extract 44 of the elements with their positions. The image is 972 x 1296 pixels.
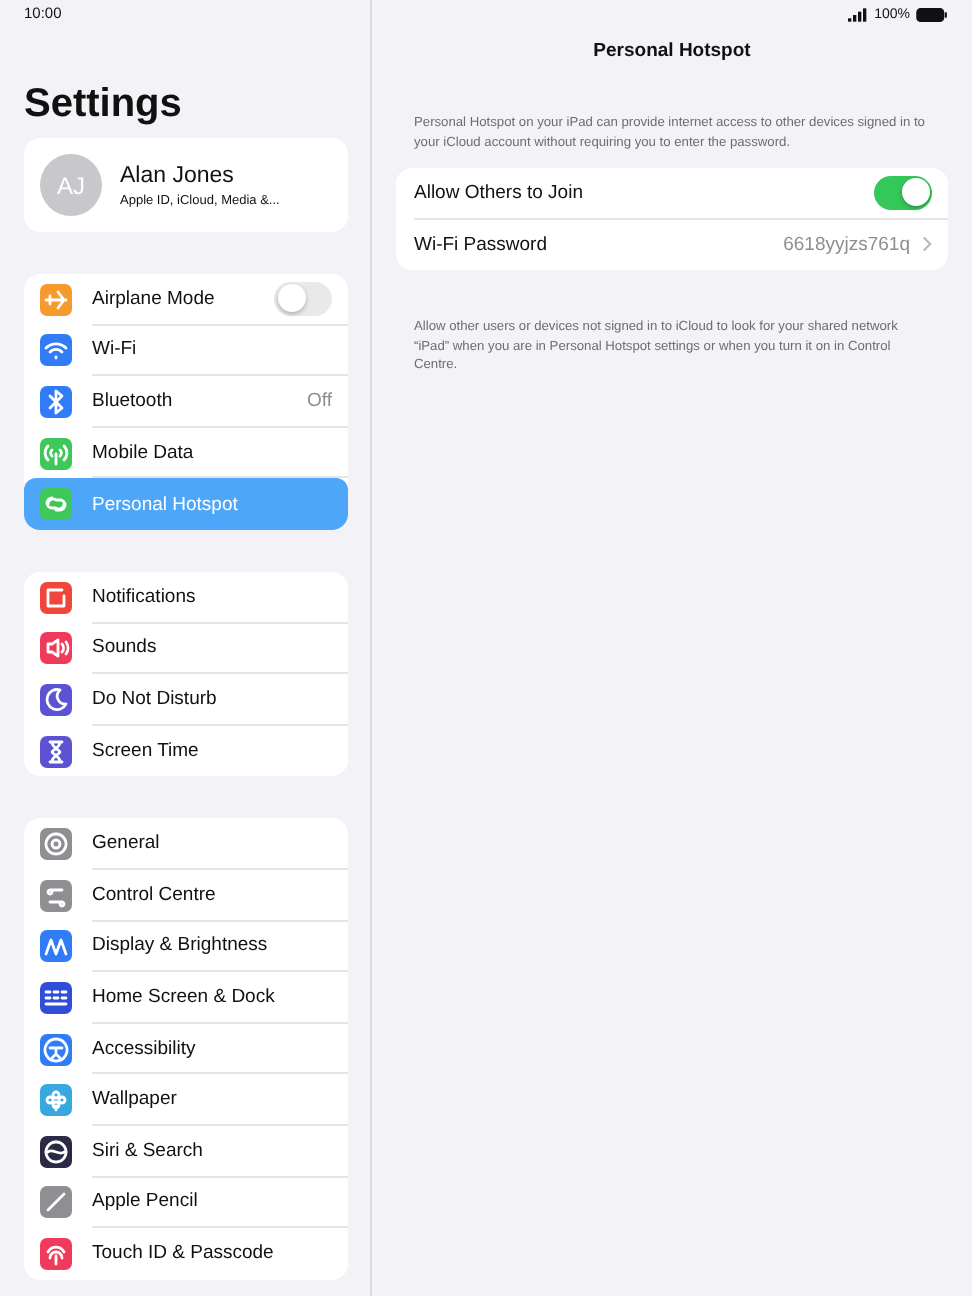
settings-item[interactable]: Sounds [24,623,348,675]
settings-item[interactable]: Siri & Search [24,1125,348,1177]
item-label: Touch ID & Passcode [92,1242,276,1265]
sidebar-title: Settings [24,80,184,128]
settings-item[interactable]: Screen Time [24,725,348,777]
item-label: Sounds [92,636,159,659]
item-label: Mobile Data [92,441,196,464]
item-label: Do Not Disturb [92,687,219,710]
item-label: Notifications [92,585,198,608]
settings-row[interactable]: Allow Others to Join [414,168,948,220]
item-label: Siri & Search [92,1139,205,1162]
settings-item[interactable]: Bluetooth Off [24,376,348,428]
profile-name: Alan Jones [120,163,236,187]
item-label: Airplane Mode [92,287,217,310]
item-label: Wallpaper [92,1088,179,1111]
row-label: Allow Others to Join [414,181,585,204]
settings-item[interactable]: Wi-Fi [24,325,348,377]
settings-item[interactable]: Airplane Mode [24,274,348,326]
settings-row[interactable]: Wi-Fi Password 6618yyjzs761q [414,219,948,271]
settings-item[interactable]: Touch ID & Passcode [24,1228,348,1280]
item-value: Off [307,389,332,412]
item-label: General [92,832,162,855]
settings-item[interactable]: Apple Pencil [24,1177,348,1229]
settings-item[interactable]: Notifications [24,571,348,624]
settings-item[interactable]: General [24,818,348,870]
item-label: Home Screen & Dock [92,985,277,1008]
settings-item[interactable]: Accessibility [24,1023,348,1075]
settings-item[interactable]: Display & Brightness [24,921,348,973]
item-label: Screen Time [92,740,201,763]
row-label: Wi-Fi Password [414,233,550,256]
settings-item[interactable]: Do Not Disturb [24,674,348,726]
page-title: Personal Hotspot [591,40,753,62]
settings-item[interactable]: Home Screen & Dock [24,972,348,1024]
item-label: Personal Hotspot [92,493,240,516]
item-label: Apple Pencil [92,1190,200,1213]
item-label: Display & Brightness [92,934,270,957]
row-value: 6618yyjzs761q [783,233,910,256]
settings-item[interactable]: Wallpaper [24,1074,348,1126]
item-label: Wi-Fi [92,338,139,361]
item-label: Bluetooth [92,389,175,412]
settings-item[interactable]: Control Centre [24,869,348,922]
item-label: Control Centre [92,883,218,906]
item-label: Accessibility [92,1037,198,1060]
avatar: AJ [40,154,102,216]
